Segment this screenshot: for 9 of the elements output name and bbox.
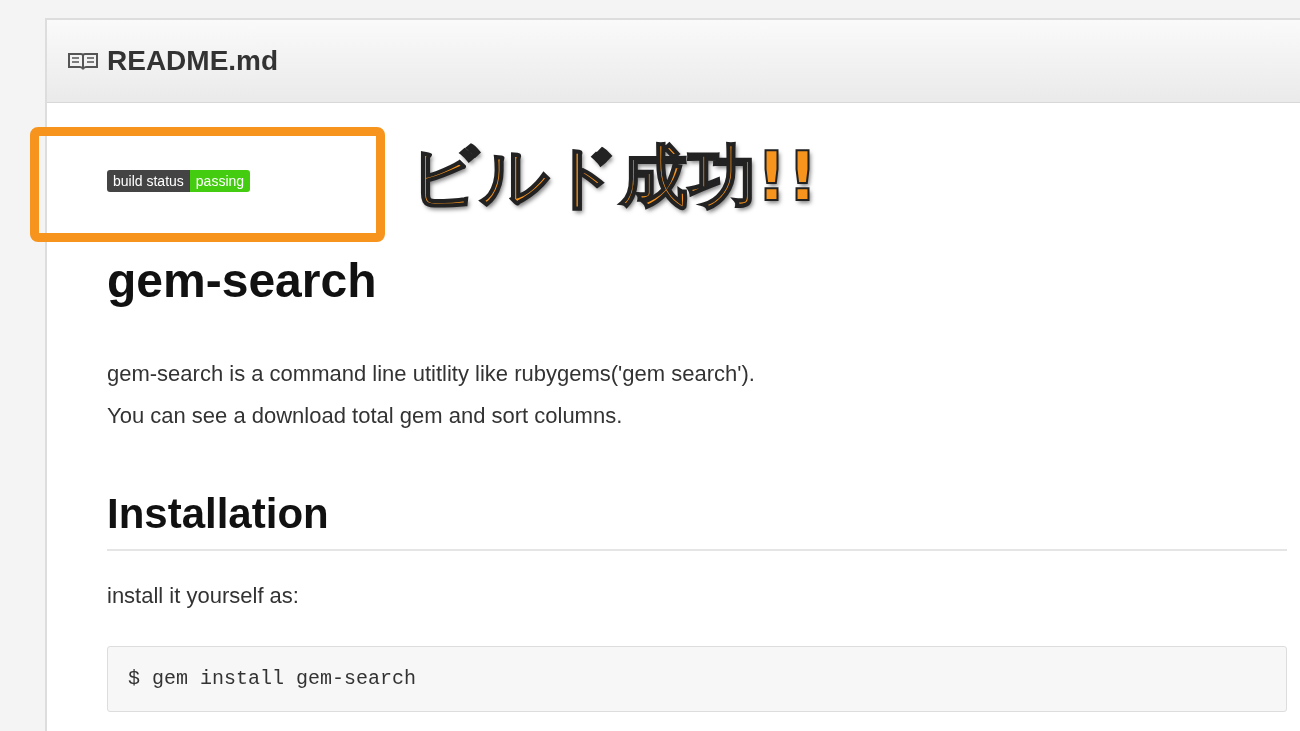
- paragraph: install it yourself as:: [107, 582, 300, 610]
- code-block: $ gem install gem-search: [107, 646, 1287, 712]
- paragraph: gem-search is a command line utitlity like rubygems('gem search').: [107, 360, 756, 388]
- annotation-label: ビルド成功!!: [410, 136, 819, 218]
- file-title: README.md: [107, 45, 279, 77]
- book-icon: [67, 51, 99, 71]
- section-heading: Installation: [107, 489, 1287, 551]
- readme-heading: gem-search: [107, 253, 378, 309]
- paragraph: You can see a download total gem and sort columns.: [107, 402, 624, 430]
